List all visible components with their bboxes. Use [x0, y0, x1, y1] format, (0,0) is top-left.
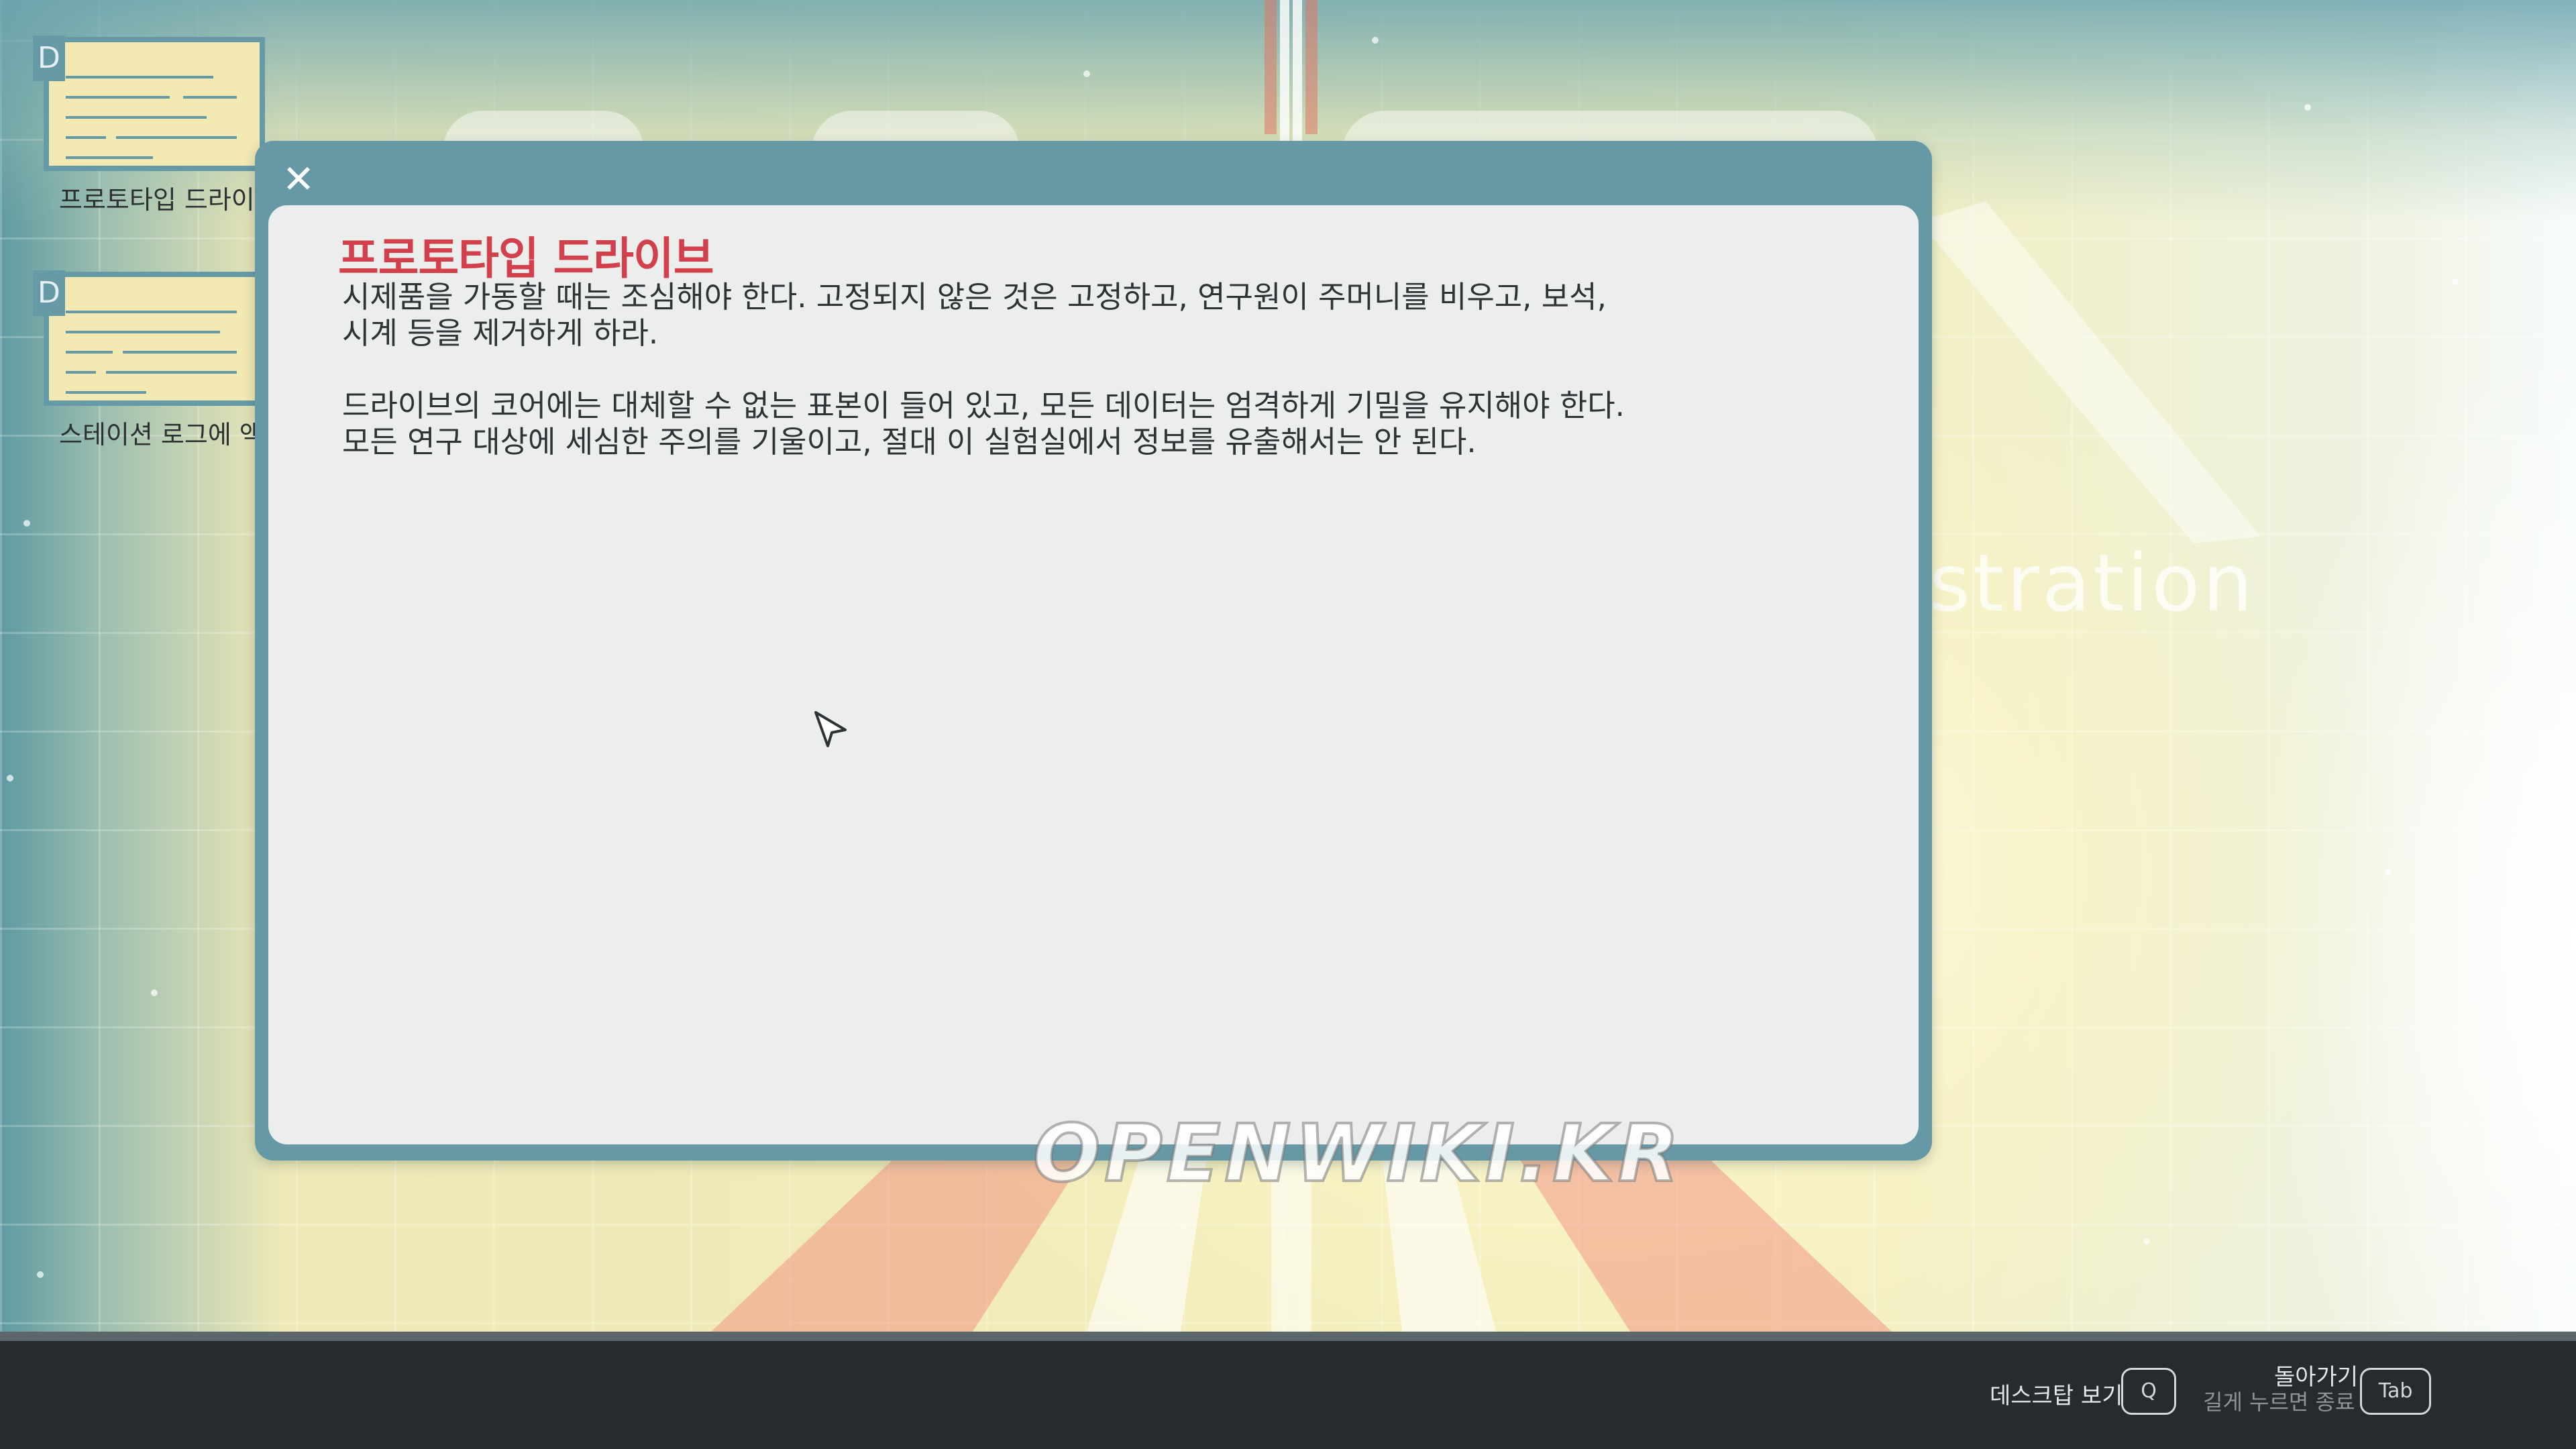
bg-dot — [2385, 869, 2392, 875]
bg-stripe — [1305, 0, 1318, 134]
document-line: 모든 연구 대상에 세심한 주의를 기울이고, 절대 이 실험실에서 정보를 유… — [342, 424, 1477, 460]
bg-stripe — [1280, 0, 1289, 141]
bg-dot — [2452, 278, 2459, 285]
document-line: 시계 등을 제거하게 하라. — [342, 315, 659, 351]
desktop-icon-label: 스테이션 로그에 액세스 — [59, 420, 287, 449]
bg-trail — [711, 1154, 1087, 1332]
taskbar: 데스크탑 보기 Q 돌아가기 길게 누르면 종료 Tab — [0, 1332, 2576, 1449]
bg-dot — [1372, 37, 1379, 44]
close-button[interactable]: ✕ — [275, 156, 322, 203]
desktop-screen: nistration D 프로토타입 드라이브 D 스테이션 로그에 액세스 ✕… — [0, 0, 2576, 1449]
desktop-icon-label: 프로토타입 드라이브 — [59, 185, 278, 215]
bg-dot — [1083, 70, 1090, 77]
bg-dot — [2304, 104, 2311, 111]
bg-dot — [151, 989, 158, 996]
desktop-view-label: 데스크탑 보기 — [1990, 1383, 2123, 1409]
file-type-badge: D — [33, 36, 65, 81]
bg-dot — [23, 520, 30, 527]
bg-shape — [1919, 201, 2261, 543]
document-window: ✕ 프로토타입 드라이브 시제품을 가동할 때는 조심해야 한다. 고정되지 않… — [255, 141, 1932, 1161]
bg-stripe — [1265, 0, 1277, 134]
document-body: 프로토타입 드라이브 시제품을 가동할 때는 조심해야 한다. 고정되지 않은 … — [268, 205, 1919, 1144]
watermark: OPENWIKI.KR — [1032, 1106, 1683, 1201]
desktop-view-key-button[interactable]: Q — [2121, 1368, 2176, 1415]
document-file-icon: D — [33, 270, 265, 406]
bg-dot — [37, 1271, 44, 1278]
bg-stripe — [1293, 0, 1302, 141]
desktop-icon-station-log[interactable]: D 스테이션 로그에 액세스 — [27, 270, 287, 451]
back-sublabel: 길게 누르면 종료 — [2203, 1389, 2355, 1415]
mouse-cursor-icon — [814, 711, 847, 747]
document-file-icon: D — [33, 36, 265, 171]
bg-dot — [7, 775, 13, 782]
document-title: 프로토타입 드라이브 — [338, 233, 714, 284]
bg-dot — [2143, 1238, 2150, 1244]
document-line: 드라이브의 코어에는 대체할 수 없는 표본이 들어 있고, 모든 데이터는 엄… — [342, 388, 1625, 423]
document-line: 시제품을 가동할 때는 조심해야 한다. 고정되지 않은 것은 고정하고, 연구… — [342, 279, 1607, 315]
file-type-badge: D — [33, 270, 65, 316]
desktop-icon-prototype-drive[interactable]: D 프로토타입 드라이브 — [27, 36, 282, 216]
back-key-button[interactable]: Tab — [2360, 1368, 2431, 1415]
document-text: 시제품을 가동할 때는 조심해야 한다. 고정되지 않은 것은 고정하고, 연구… — [342, 279, 1818, 460]
